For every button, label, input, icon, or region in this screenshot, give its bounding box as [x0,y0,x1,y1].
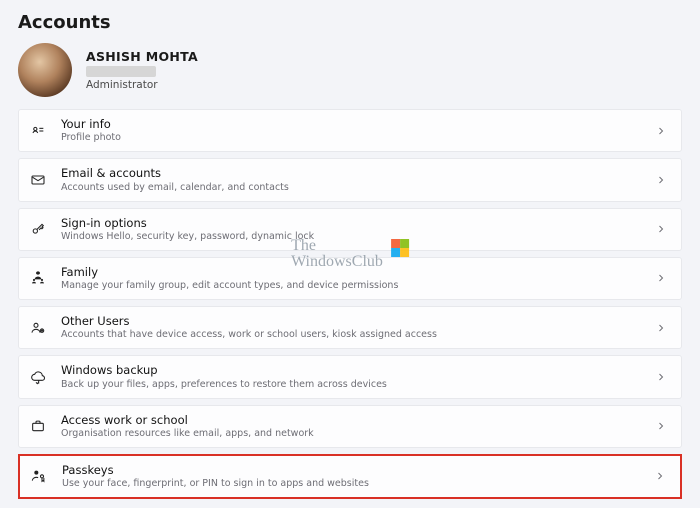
row-email-accounts[interactable]: Email & accounts Accounts used by email,… [18,158,682,201]
row-title: Email & accounts [61,166,641,180]
row-title: Family [61,265,641,279]
family-icon [29,269,47,287]
backup-icon [29,368,47,386]
passkey-icon [30,467,48,485]
row-work-school[interactable]: Access work or school Organisation resou… [18,405,682,448]
person-card-icon [29,122,47,140]
chevron-right-icon [655,371,669,383]
row-subtitle: Organisation resources like email, apps,… [61,428,641,440]
row-signin-options[interactable]: Sign-in options Windows Hello, security … [18,208,682,251]
chevron-right-icon [655,174,669,186]
row-title: Sign-in options [61,216,641,230]
row-subtitle: Profile photo [61,132,641,144]
key-icon [29,220,47,238]
row-subtitle: Manage your family group, edit account t… [61,280,641,292]
settings-list: Your info Profile photo Email & accounts… [0,109,700,499]
row-subtitle: Windows Hello, security key, password, d… [61,231,641,243]
row-title: Windows backup [61,363,641,377]
profile-name: ASHISH MOHTA [86,49,198,64]
chevron-right-icon [655,223,669,235]
email-icon [29,171,47,189]
row-title: Your info [61,117,641,131]
page-title: Accounts [0,0,700,39]
row-subtitle: Use your face, fingerprint, or PIN to si… [62,478,640,490]
row-title: Passkeys [62,463,640,477]
chevron-right-icon [655,420,669,432]
profile-email-redacted [86,66,156,77]
other-users-icon [29,319,47,337]
chevron-right-icon [654,470,668,482]
row-windows-backup[interactable]: Windows backup Back up your files, apps,… [18,355,682,398]
profile-header: ASHISH MOHTA Administrator [0,39,700,109]
row-subtitle: Back up your files, apps, preferences to… [61,379,641,391]
chevron-right-icon [655,322,669,334]
row-subtitle: Accounts used by email, calendar, and co… [61,182,641,194]
chevron-right-icon [655,125,669,137]
row-other-users[interactable]: Other Users Accounts that have device ac… [18,306,682,349]
chevron-right-icon [655,272,669,284]
row-your-info[interactable]: Your info Profile photo [18,109,682,152]
row-title: Access work or school [61,413,641,427]
avatar [18,43,72,97]
profile-role: Administrator [86,79,198,91]
row-subtitle: Accounts that have device access, work o… [61,329,641,341]
row-passkeys[interactable]: Passkeys Use your face, fingerprint, or … [18,454,682,499]
row-family[interactable]: Family Manage your family group, edit ac… [18,257,682,300]
briefcase-icon [29,417,47,435]
row-title: Other Users [61,314,641,328]
